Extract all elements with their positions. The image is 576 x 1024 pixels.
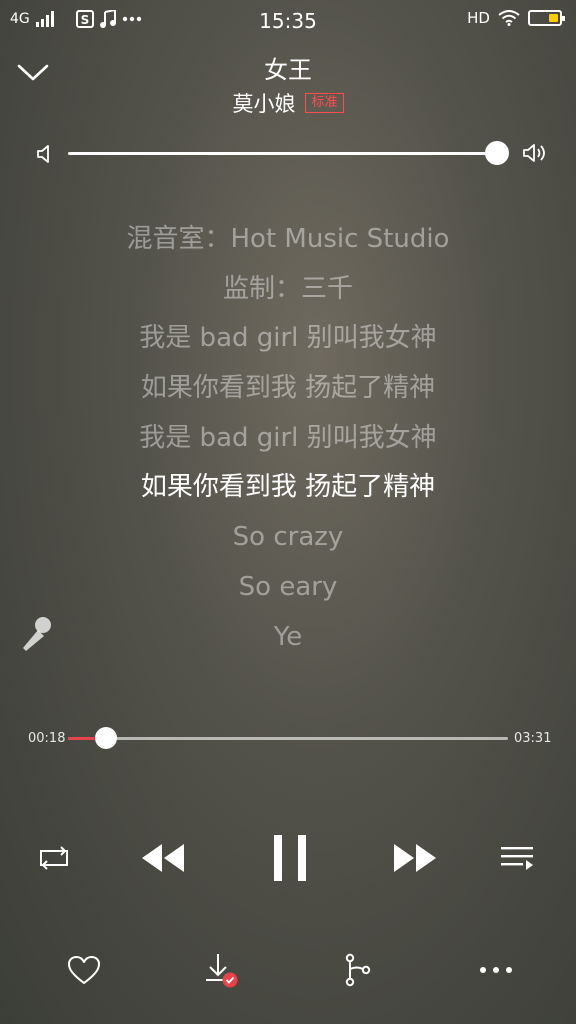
total-time: 03:31 [514,731,552,746]
lyric-line: 监制：三千 [222,273,353,304]
karaoke-button[interactable] [18,614,54,654]
share-button[interactable] [338,950,378,990]
lyric-line: 我是 bad girl 别叫我女神 [139,323,437,354]
previous-icon [142,844,184,872]
repeat-icon [40,846,68,870]
pause-icon [274,835,306,881]
speaker-high-icon [523,144,545,162]
volume-slider[interactable] [68,152,498,155]
quality-badge[interactable]: 标准 [305,93,344,113]
repeat-button[interactable] [34,840,74,876]
more-button[interactable] [474,958,518,982]
hd-label: HD [467,9,490,27]
status-bar: 4G S 15:35 HD [0,0,576,40]
more-icon [480,967,512,973]
lyric-line: 混音室：Hot Music Studio [126,224,450,254]
lyric-line: So eary [238,571,338,602]
previous-button[interactable] [134,834,190,882]
next-icon [394,844,436,872]
share-icon [345,953,371,987]
progress-track[interactable] [68,737,508,740]
wifi-icon [498,10,520,26]
song-title: 女王 [264,56,312,84]
lyric-line: Ye [273,621,303,652]
status-right: HD [467,9,565,27]
lyric-line-active: 如果你看到我 扬起了精神 [140,472,436,503]
artist-row: 莫小娘 标准 [0,88,576,118]
heart-icon [68,956,100,984]
lyric-line: So crazy [232,522,344,553]
artist-name[interactable]: 莫小娘 [232,88,295,118]
microphone-icon [23,617,51,651]
playlist-icon [501,847,533,870]
progress-knob[interactable] [94,727,117,749]
lyric-line: 如果你看到我 扬起了精神 [140,373,436,404]
like-button[interactable] [64,952,104,988]
download-icon [206,954,238,988]
next-button[interactable] [388,834,444,882]
pause-button[interactable] [262,828,318,888]
current-time: 00:18 [28,731,66,746]
battery-icon [528,10,565,26]
lyrics-panel[interactable]: 混音室：Hot Music Studio 监制：三千我是 bad girl 别叫我… [0,215,576,662]
download-button[interactable] [200,950,244,994]
speaker-low-icon [37,145,49,163]
lyric-line: 我是 bad girl 别叫我女神 [139,422,437,453]
battery-level [548,14,558,22]
volume-knob[interactable] [485,141,509,165]
playlist-button[interactable] [496,840,538,876]
